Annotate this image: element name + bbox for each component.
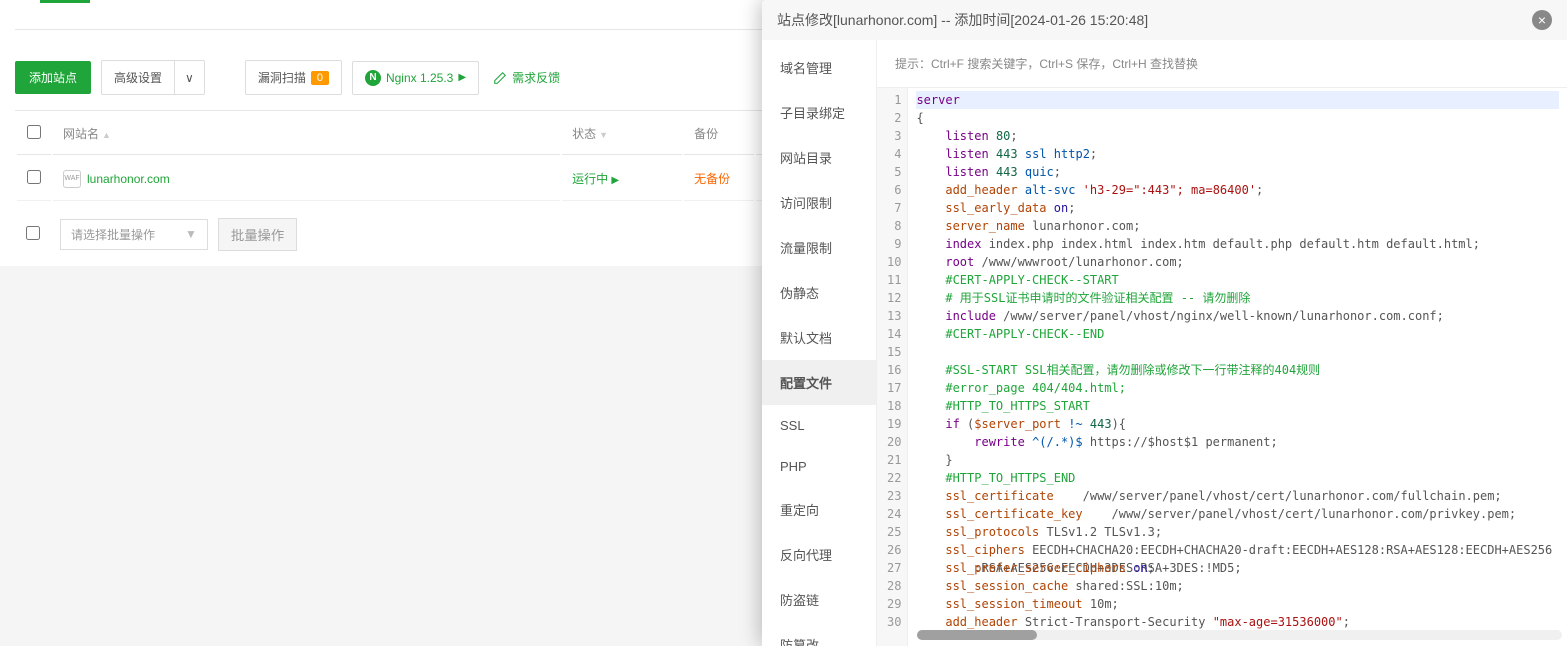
sidebar-item[interactable]: 配置文件 bbox=[762, 360, 876, 405]
modal-overlay: 站点修改[lunarhonor.com] -- 添加时间[2024-01-26 … bbox=[0, 0, 1567, 646]
sidebar-item[interactable]: PHP bbox=[762, 446, 876, 487]
sidebar-item[interactable]: SSL bbox=[762, 405, 876, 446]
sidebar-item[interactable]: 防盗链 bbox=[762, 577, 876, 622]
sidebar-item[interactable]: 防篡改 bbox=[762, 622, 876, 646]
sidebar-item[interactable]: 网站目录 bbox=[762, 135, 876, 180]
modal-header[interactable]: 站点修改[lunarhonor.com] -- 添加时间[2024-01-26 … bbox=[762, 0, 1567, 40]
site-edit-modal: 站点修改[lunarhonor.com] -- 添加时间[2024-01-26 … bbox=[762, 0, 1567, 646]
sidebar-item[interactable]: 访问限制 bbox=[762, 180, 876, 225]
line-gutter: 1234567891011121314151617181920212223242… bbox=[877, 88, 908, 646]
sidebar-item[interactable]: 默认文档 bbox=[762, 315, 876, 360]
sidebar-item[interactable]: 反向代理 bbox=[762, 532, 876, 577]
sidebar-item[interactable]: 流量限制 bbox=[762, 225, 876, 270]
sidebar-item[interactable]: 伪静态 bbox=[762, 270, 876, 315]
scrollbar-thumb[interactable] bbox=[917, 630, 1037, 640]
horizontal-scrollbar[interactable] bbox=[917, 630, 1562, 640]
sidebar-item[interactable]: 子目录绑定 bbox=[762, 90, 876, 135]
code-content[interactable]: server{ listen 80; listen 443 ssl http2;… bbox=[908, 88, 1567, 646]
modal-title: 站点修改[lunarhonor.com] -- 添加时间[2024-01-26 … bbox=[777, 10, 1148, 30]
modal-sidebar: 域名管理子目录绑定网站目录访问限制流量限制伪静态默认文档配置文件SSLPHP重定… bbox=[762, 40, 877, 646]
close-icon[interactable]: × bbox=[1532, 10, 1552, 30]
sidebar-item[interactable]: 重定向 bbox=[762, 487, 876, 532]
code-editor[interactable]: 1234567891011121314151617181920212223242… bbox=[877, 87, 1567, 646]
sidebar-item[interactable]: 域名管理 bbox=[762, 45, 876, 90]
editor-hint: 提示：Ctrl+F 搜索关键字，Ctrl+S 保存，Ctrl+H 查找替换 bbox=[877, 40, 1567, 87]
